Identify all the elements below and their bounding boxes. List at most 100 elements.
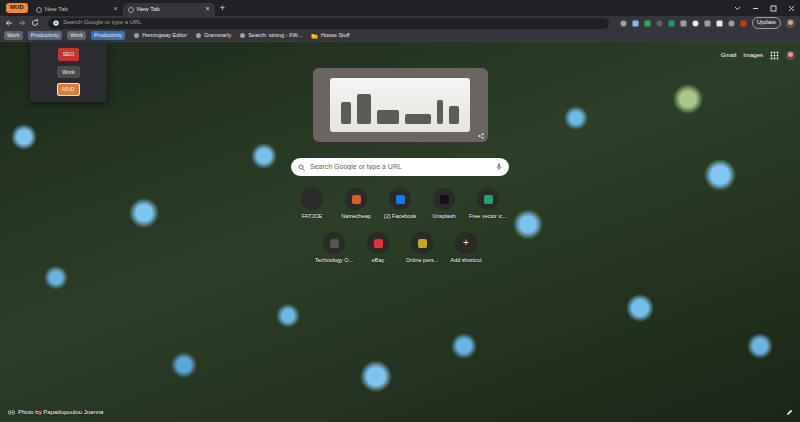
doodle-shape <box>405 114 431 124</box>
extension-icon[interactable] <box>620 20 627 27</box>
photo-credit-text: Photo by Papadopoulou Joanna <box>18 409 103 416</box>
close-tab-button[interactable]: × <box>114 5 118 13</box>
shortcut-label: Online pers... <box>406 257 439 264</box>
pencil-icon[interactable] <box>786 409 793 416</box>
shortcut-icon-holder <box>389 188 411 210</box>
extension-icon[interactable] <box>668 20 675 27</box>
shortcut-icon-holder <box>301 188 323 210</box>
account-avatar-icon[interactable] <box>786 51 795 60</box>
browser-tab[interactable]: New Tab × <box>31 3 123 16</box>
site-favicon-icon <box>440 195 449 204</box>
photo-credit[interactable]: Photo by Papadopoulou Joanna <box>8 409 103 416</box>
top-link[interactable]: Images <box>743 51 763 60</box>
favicon-icon <box>134 33 139 38</box>
search-icon <box>298 164 305 171</box>
bookmark-group[interactable]: Work <box>4 31 23 40</box>
reload-icon[interactable] <box>31 19 39 27</box>
bookmark-label: Hemingway Editor <box>142 32 187 39</box>
extension-icon[interactable] <box>716 20 723 27</box>
tab-group-menu: SEO Work MUD <box>30 42 107 102</box>
close-window-icon[interactable] <box>782 0 800 16</box>
bookmark-group[interactable]: Work <box>67 31 86 40</box>
shortcut-label: Add shortcut <box>451 257 482 264</box>
group-menu-item[interactable]: MUD <box>57 83 80 96</box>
bookmark-link[interactable]: Hemingway Editor <box>134 32 187 39</box>
maximize-icon[interactable] <box>764 0 782 16</box>
microphone-icon[interactable] <box>496 163 502 171</box>
globe-icon <box>128 7 134 13</box>
shortcut-tile[interactable]: (2) Facebook <box>378 186 422 230</box>
doodle-shape <box>377 110 399 124</box>
plus-icon: + <box>463 238 469 248</box>
back-icon[interactable] <box>5 19 13 27</box>
forward-icon[interactable] <box>18 19 26 27</box>
toolbar: Search Google or type a URL Update <box>0 16 800 30</box>
shortcut-label: FATJOE <box>302 213 322 220</box>
site-favicon-icon <box>484 195 493 204</box>
address-placeholder: Search Google or type a URL <box>63 19 142 26</box>
shortcut-icon-holder <box>433 188 455 210</box>
bookmark-link[interactable]: Search: strong - XW... <box>240 32 302 39</box>
shortcuts: FATJOE Namecheap (2) Facebook Unsplash Free … <box>290 186 510 274</box>
extension-icon[interactable] <box>728 20 735 27</box>
update-button[interactable]: Update <box>752 17 781 28</box>
site-favicon-icon <box>308 195 317 204</box>
bookmark-group[interactable]: Productivity <box>91 31 125 40</box>
apps-grid-icon[interactable] <box>770 51 779 60</box>
close-tab-button[interactable]: × <box>206 5 210 13</box>
extension-icon[interactable] <box>680 20 687 27</box>
extension-icon[interactable] <box>632 20 639 27</box>
site-favicon-icon <box>374 239 383 248</box>
bookmark-folder[interactable]: House Stuff <box>311 32 350 39</box>
extension-icon[interactable] <box>740 20 747 27</box>
shortcut-icon-holder <box>477 188 499 210</box>
address-bar[interactable]: Search Google or type a URL <box>48 18 609 29</box>
tab-search-icon[interactable] <box>728 0 746 16</box>
new-tab-button[interactable]: + <box>215 4 230 13</box>
add-shortcut-button[interactable]: + Add shortcut <box>444 230 488 274</box>
shortcut-tile[interactable]: Free vector ic... <box>466 186 510 230</box>
group-menu-item[interactable]: Work <box>57 66 80 79</box>
favicon-icon <box>240 33 245 38</box>
shortcut-label: eBay <box>372 257 385 264</box>
search-input[interactable] <box>310 163 491 171</box>
shortcut-tile[interactable]: Technology O... <box>312 230 356 274</box>
shortcut-tile[interactable]: FATJOE <box>290 186 334 230</box>
shortcut-label: (2) Facebook <box>384 213 416 220</box>
shortcut-tile[interactable]: Namecheap <box>334 186 378 230</box>
profile-avatar-icon[interactable] <box>786 19 795 28</box>
shortcut-icon-holder <box>345 188 367 210</box>
extension-icon[interactable] <box>692 20 699 27</box>
extension-icon[interactable] <box>656 20 663 27</box>
shortcut-icon-holder: + <box>455 232 477 254</box>
new-tab-page: Gmail Images FATJOE Namecheap (2) Facebook Un… <box>0 42 800 422</box>
doodle-shape <box>357 94 371 124</box>
extension-icon[interactable] <box>704 20 711 27</box>
top-link[interactable]: Gmail <box>721 51 737 60</box>
folder-icon <box>311 33 318 39</box>
shortcut-icon-holder <box>323 232 345 254</box>
tab-group-chip[interactable]: MUD <box>6 3 28 12</box>
share-icon[interactable] <box>478 133 484 139</box>
shortcut-label: Namecheap <box>341 213 371 220</box>
tab-title: New Tab <box>45 6 68 13</box>
doodle-shape <box>449 106 459 124</box>
shortcut-label: Unsplash <box>433 213 456 220</box>
top-links: Gmail Images <box>0 42 800 68</box>
extension-icon[interactable] <box>644 20 651 27</box>
shortcut-tile[interactable]: Unsplash <box>422 186 466 230</box>
shortcut-icon-holder <box>367 232 389 254</box>
shortcut-label: Technology O... <box>315 257 353 264</box>
group-menu-item[interactable]: SEO <box>58 48 80 61</box>
bookmark-link[interactable]: Grammarly <box>196 32 231 39</box>
minimize-icon[interactable] <box>746 0 764 16</box>
window-controls <box>728 0 800 16</box>
browser-tab[interactable]: New Tab× <box>123 3 215 16</box>
site-favicon-icon <box>352 195 361 204</box>
doodle-card[interactable] <box>313 68 488 142</box>
shortcut-tile[interactable]: eBay <box>356 230 400 274</box>
google-icon <box>53 20 59 26</box>
doodle-shape <box>341 102 351 124</box>
shortcut-tile[interactable]: Online pers... <box>400 230 444 274</box>
bookmark-group[interactable]: Productivity <box>28 31 62 40</box>
